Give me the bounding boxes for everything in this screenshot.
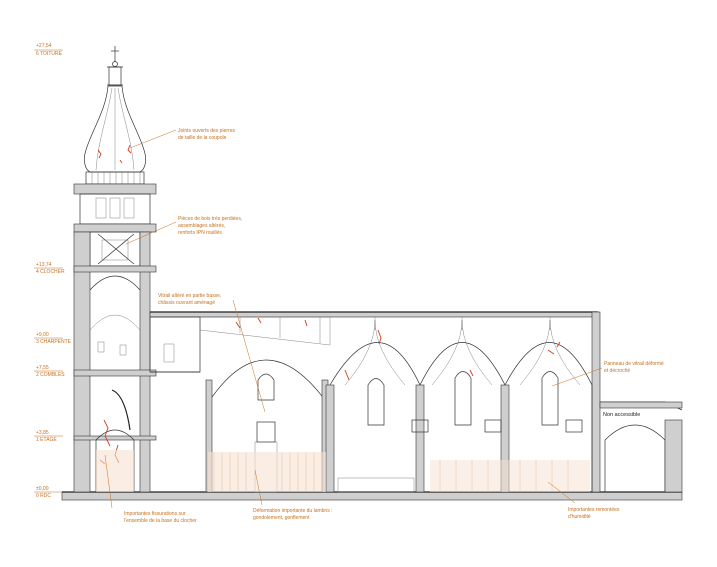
svg-text:Panneau de vitrail déformé: Panneau de vitrail déformé [604,361,664,367]
level-marker-roof: +27,54 6 TOITURE [34,43,63,57]
svg-text:châssis ouvrant aménagé: châssis ouvrant aménagé [158,300,215,306]
annex: Non accessible [599,401,683,493]
church-section-drawing: +27,54 6 TOITURE +13,74 4 CLOCHER +9,00 … [34,43,683,524]
svg-text:Importantes remontées: Importantes remontées [568,507,620,513]
nave [149,311,601,493]
level-markers: +27,54 6 TOITURE +13,74 4 CLOCHER +9,00 … [34,43,72,499]
svg-text:assemblages altérés,: assemblages altérés, [178,223,225,229]
svg-text:gondolement, gonflement: gondolement, gonflement [253,515,310,521]
level-marker-bell-tower: +13,74 4 CLOCHER [34,262,65,275]
svg-text:+7,55: +7,55 [36,365,49,371]
ground-line [61,491,683,501]
level-marker-first-floor: +3,85 1 ETAGE [34,430,63,443]
svg-text:l'ensemble de la base du cloch: l'ensemble de la base du clocher [124,518,197,524]
svg-text:3 CHARPENTE: 3 CHARPENTE [36,339,72,345]
svg-text:2 COMBLES: 2 COMBLES [36,372,65,378]
svg-text:Importantes fissurations sur: Importantes fissurations sur [124,511,186,517]
svg-text:Pièces de bois très perdiées,: Pièces de bois très perdiées, [178,216,242,222]
svg-text:1 ETAGE: 1 ETAGE [36,437,57,443]
bell-tower [73,46,157,493]
svg-text:renforts IPN rouillés: renforts IPN rouillés [178,230,222,236]
svg-text:Vitrail altéré en partie basse: Vitrail altéré en partie basse, [158,293,221,299]
svg-text:+3,85: +3,85 [36,430,49,436]
svg-text:0 RDC: 0 RDC [36,493,51,499]
non-accessible-label: Non accessible [603,412,640,418]
svg-text:6 TOITURE: 6 TOITURE [36,51,63,57]
svg-text:Joints ouverts des pierres: Joints ouverts des pierres [178,128,235,134]
svg-text:de taille de la coupole: de taille de la coupole [178,135,227,141]
level-marker-attic: +7,55 2 COMBLES [34,365,65,378]
annotation-stained-glass: Panneau de vitrail déformé et décroché [551,361,664,387]
level-marker-ground: ±0,00 0 RDC [34,486,63,499]
svg-text:+13,74: +13,74 [36,262,52,268]
annotation-dome: Joints ouverts des pierres de taille de … [129,128,235,149]
svg-text:4 CLOCHER: 4 CLOCHER [36,269,65,275]
svg-text:±0,00: ±0,00 [36,486,49,492]
svg-text:Déformation importante du lamb: Déformation importante du lambris : [253,508,332,514]
level-marker-framework: +9,00 3 CHARPENTE [34,332,72,345]
svg-text:d'humidité: d'humidité [568,514,591,520]
svg-text:+27,54: +27,54 [36,43,52,49]
svg-text:+9,00: +9,00 [36,332,49,338]
panelling [208,452,590,493]
svg-text:et décroché: et décroché [604,368,630,374]
